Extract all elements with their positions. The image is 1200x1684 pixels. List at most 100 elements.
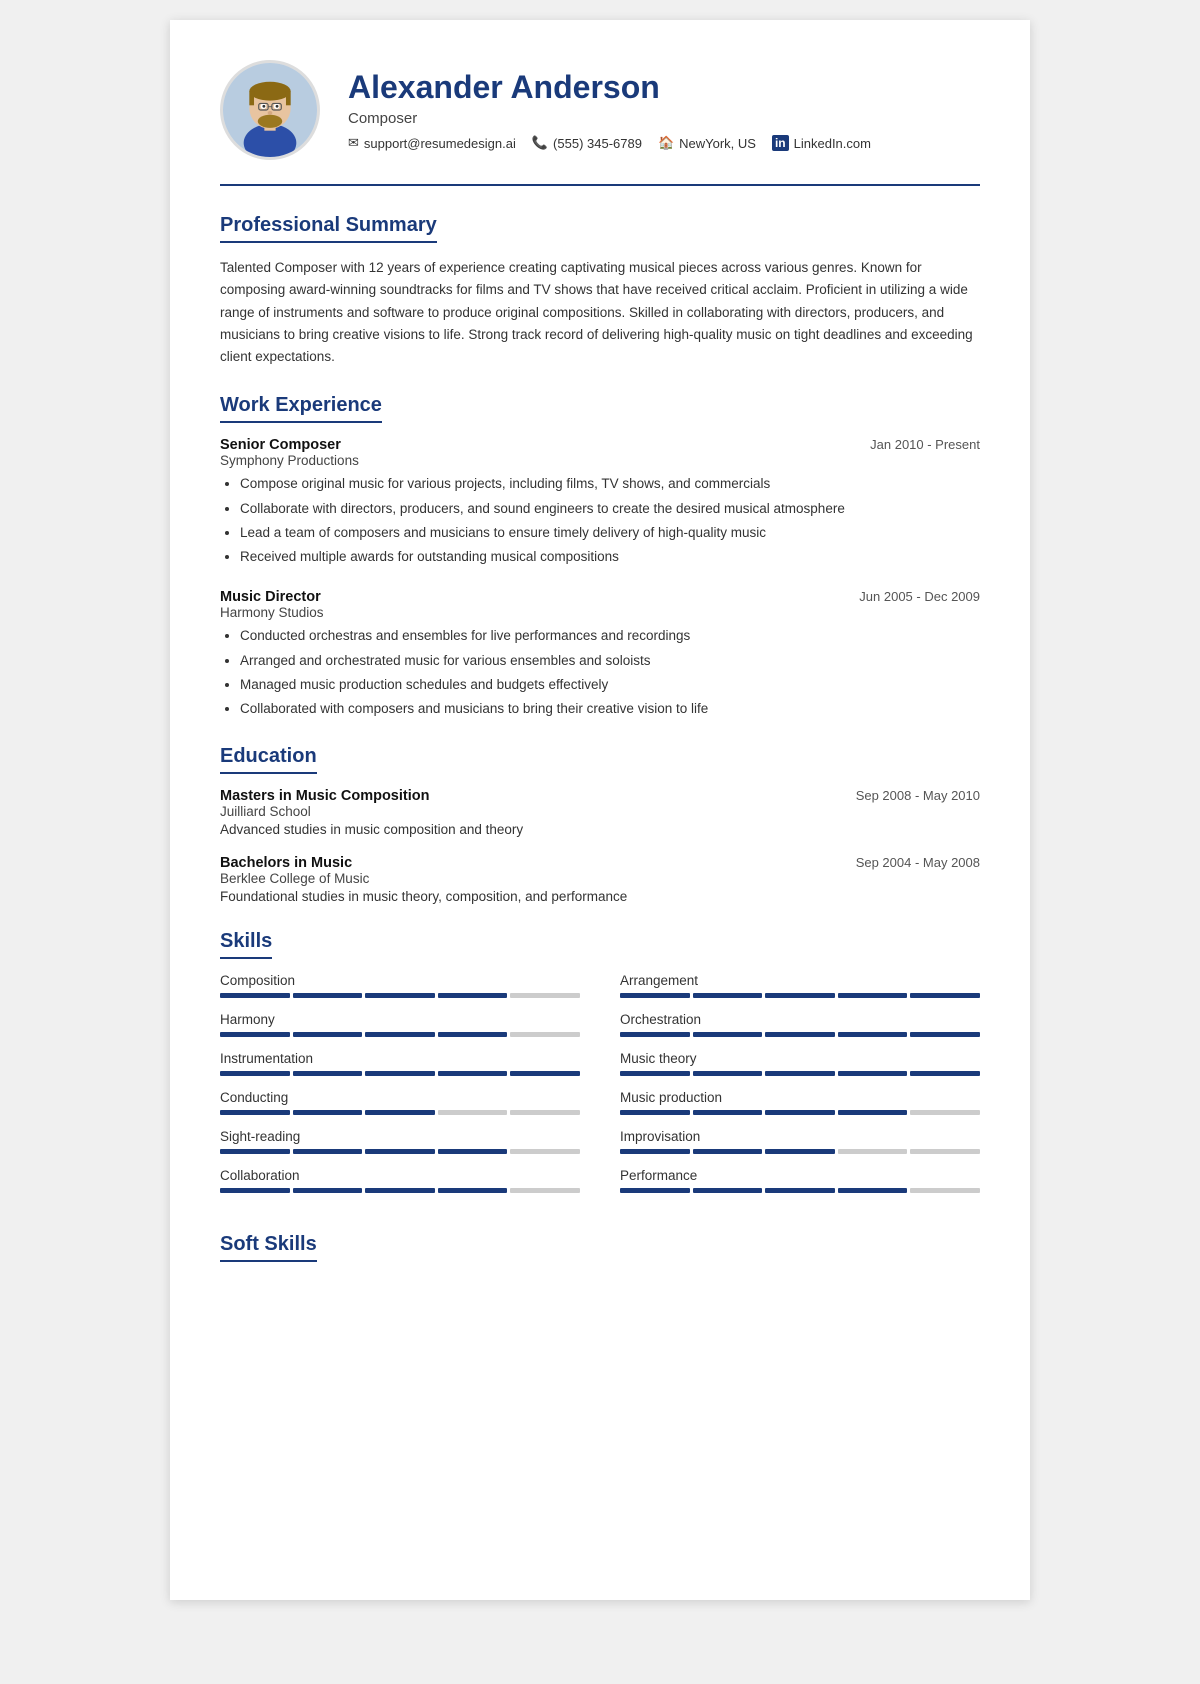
work-experience-section: Work Experience Senior Composer Jan 2010…: [220, 394, 980, 719]
edu-degree-0: Masters in Music Composition: [220, 788, 429, 804]
contact-list: ✉ support@resumedesign.ai 📞 (555) 345-67…: [348, 135, 980, 151]
job-entry-1: Music Director Jun 2005 - Dec 2009 Harmo…: [220, 589, 980, 719]
bullet-item: Lead a team of composers and musicians t…: [240, 523, 980, 543]
soft-skills-title: Soft Skills: [220, 1233, 317, 1262]
skill-bar-4: [220, 1071, 580, 1076]
skill-name-0: Composition: [220, 973, 580, 988]
skill-segment: [620, 1110, 690, 1115]
job-date-1: Jun 2005 - Dec 2009: [859, 589, 980, 604]
skill-segment: [293, 993, 363, 998]
skill-item-3: Orchestration: [620, 1012, 980, 1037]
edu-entry-1: Bachelors in Music Sep 2004 - May 2008 B…: [220, 855, 980, 904]
skill-segment: [438, 1149, 508, 1154]
bullet-item: Collaborated with composers and musician…: [240, 699, 980, 719]
skill-segment: [510, 1071, 580, 1076]
skill-segment: [220, 1149, 290, 1154]
skill-segment: [365, 1188, 435, 1193]
skill-segment: [693, 993, 763, 998]
bullet-item: Collaborate with directors, producers, a…: [240, 499, 980, 519]
skill-name-1: Arrangement: [620, 973, 980, 988]
header-info: Alexander Anderson Composer ✉ support@re…: [348, 69, 980, 151]
skill-segment: [620, 993, 690, 998]
skill-segment: [293, 1110, 363, 1115]
skill-segment: [220, 993, 290, 998]
contact-location: 🏠 NewYork, US: [658, 135, 756, 151]
skill-bar-3: [620, 1032, 980, 1037]
skills-section: Skills Composition Arrangement Harmony Orch…: [220, 930, 980, 1207]
skill-bar-1: [620, 993, 980, 998]
skill-segment: [365, 1110, 435, 1115]
skill-segment: [910, 1149, 980, 1154]
skill-bar-9: [620, 1149, 980, 1154]
skill-name-9: Improvisation: [620, 1129, 980, 1144]
skill-segment: [365, 1071, 435, 1076]
skill-segment: [693, 1110, 763, 1115]
skill-segment: [765, 993, 835, 998]
skill-segment: [838, 1032, 908, 1037]
job-company-0: Symphony Productions: [220, 453, 980, 468]
edu-degree-1: Bachelors in Music: [220, 855, 352, 871]
skill-segment: [838, 1110, 908, 1115]
skill-segment: [693, 1149, 763, 1154]
skill-name-11: Performance: [620, 1168, 980, 1183]
skill-segment: [365, 1149, 435, 1154]
skill-segment: [365, 993, 435, 998]
skill-bar-0: [220, 993, 580, 998]
skill-segment: [220, 1071, 290, 1076]
skill-item-9: Improvisation: [620, 1129, 980, 1154]
edu-desc-0: Advanced studies in music composition an…: [220, 822, 980, 837]
resume-document: Alexander Anderson Composer ✉ support@re…: [170, 20, 1030, 1600]
summary-section: Professional Summary Talented Composer w…: [220, 214, 980, 368]
skill-segment: [693, 1071, 763, 1076]
skill-segment: [293, 1071, 363, 1076]
bullet-item: Managed music production schedules and b…: [240, 675, 980, 695]
summary-title: Professional Summary: [220, 214, 437, 243]
skill-segment: [765, 1032, 835, 1037]
skill-segment: [438, 1032, 508, 1037]
email-icon: ✉: [348, 135, 359, 151]
skill-segment: [510, 1188, 580, 1193]
skill-bar-8: [220, 1149, 580, 1154]
edu-school-0: Juilliard School: [220, 804, 980, 819]
location-icon: 🏠: [658, 135, 674, 151]
skill-item-1: Arrangement: [620, 973, 980, 998]
header-section: Alexander Anderson Composer ✉ support@re…: [220, 60, 980, 186]
contact-phone: 📞 (555) 345-6789: [532, 135, 642, 151]
skill-name-6: Conducting: [220, 1090, 580, 1105]
work-experience-title: Work Experience: [220, 394, 382, 423]
skill-segment: [838, 1071, 908, 1076]
skill-name-2: Harmony: [220, 1012, 580, 1027]
skill-segment: [910, 1032, 980, 1037]
skills-title: Skills: [220, 930, 272, 959]
job-company-1: Harmony Studios: [220, 605, 980, 620]
skill-segment: [838, 1149, 908, 1154]
skill-segment: [910, 993, 980, 998]
skill-item-8: Sight-reading: [220, 1129, 580, 1154]
contact-linkedin: in LinkedIn.com: [772, 135, 871, 151]
edu-date-0: Sep 2008 - May 2010: [856, 788, 980, 803]
skill-name-5: Music theory: [620, 1051, 980, 1066]
skill-bar-10: [220, 1188, 580, 1193]
summary-text: Talented Composer with 12 years of exper…: [220, 257, 980, 368]
bullet-item: Compose original music for various proje…: [240, 474, 980, 494]
skill-segment: [510, 1149, 580, 1154]
job-date-0: Jan 2010 - Present: [870, 437, 980, 452]
email-text: support@resumedesign.ai: [364, 136, 516, 151]
skill-item-11: Performance: [620, 1168, 980, 1193]
skill-name-3: Orchestration: [620, 1012, 980, 1027]
job-title-0: Senior Composer: [220, 437, 341, 453]
job-header-0: Senior Composer Jan 2010 - Present: [220, 437, 980, 453]
skill-segment: [765, 1188, 835, 1193]
avatar: [220, 60, 320, 160]
skill-segment: [838, 993, 908, 998]
skill-segment: [620, 1032, 690, 1037]
skill-name-4: Instrumentation: [220, 1051, 580, 1066]
skill-segment: [693, 1032, 763, 1037]
edu-date-1: Sep 2004 - May 2008: [856, 855, 980, 870]
skill-segment: [365, 1032, 435, 1037]
job-entry-0: Senior Composer Jan 2010 - Present Symph…: [220, 437, 980, 567]
contact-email: ✉ support@resumedesign.ai: [348, 135, 516, 151]
linkedin-icon: in: [772, 135, 789, 151]
candidate-title: Composer: [348, 110, 980, 127]
education-title: Education: [220, 745, 317, 774]
